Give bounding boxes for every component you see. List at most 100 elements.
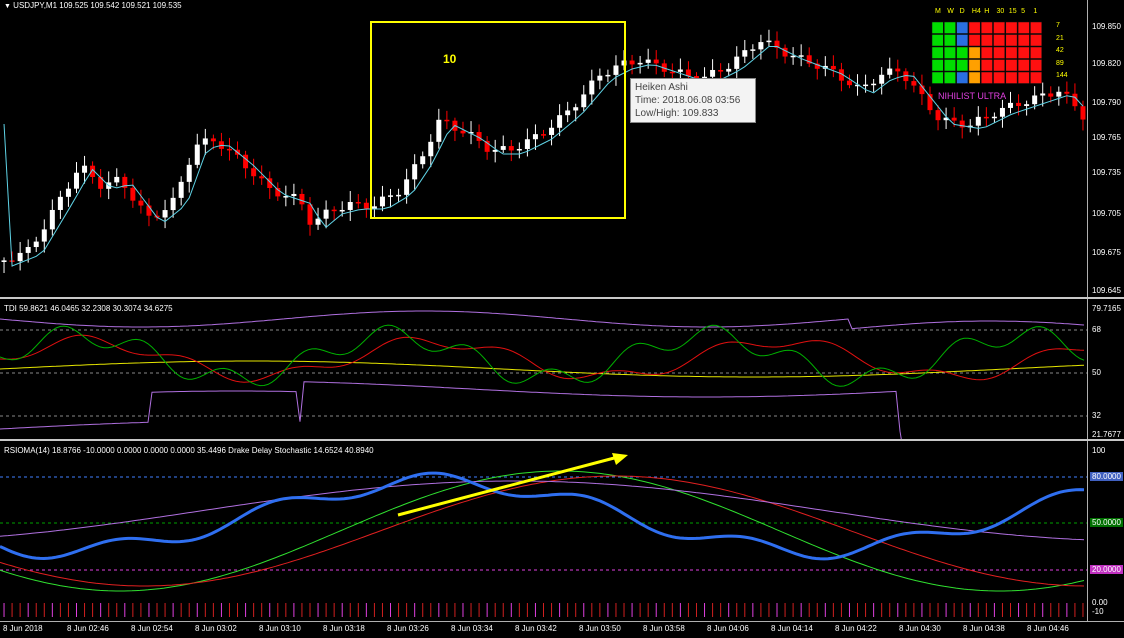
- time-axis-label: 8 Jun 2018: [3, 624, 43, 633]
- price-label: 109.820: [1092, 59, 1121, 68]
- rsioma-axis-label: 0.00: [1092, 598, 1108, 607]
- candle: [1, 260, 7, 262]
- symbol-quote: USDJPY,M1 109.525 109.542 109.521 109.53…: [13, 1, 182, 10]
- matrix-periods: 7 21 42 89 144: [930, 8, 1080, 104]
- time-axis-label: 8 Jun 03:42: [515, 624, 557, 633]
- candle: [863, 84, 869, 87]
- highlight-box: [370, 21, 626, 219]
- candle: [798, 55, 804, 57]
- candle: [871, 83, 877, 86]
- candle: [307, 204, 313, 225]
- tdi-label: 50: [1092, 368, 1101, 377]
- tdi-label: 21.7677: [1092, 430, 1121, 439]
- tdi-lower-band: [0, 381, 902, 439]
- candle: [677, 69, 683, 72]
- time-axis-label: 8 Jun 02:54: [131, 624, 173, 633]
- candle: [114, 176, 120, 183]
- rsioma-axis[interactable]: 100 80.0000 50.0000 20.0000 0.00 -10: [1087, 441, 1124, 621]
- candle: [653, 59, 659, 64]
- tdi-label: 68: [1092, 325, 1101, 334]
- candle: [637, 62, 643, 65]
- candle: [991, 116, 997, 119]
- candle: [983, 116, 989, 119]
- candle: [49, 209, 55, 230]
- matrix-period-label: 21: [1056, 34, 1064, 42]
- price-label: 109.675: [1092, 248, 1121, 257]
- candle: [130, 187, 136, 201]
- price-label: 109.645: [1092, 286, 1121, 295]
- price-label: 109.790: [1092, 98, 1121, 107]
- price-chart-pane[interactable]: ▼ USDJPY,M1 109.525 109.542 109.521 109.…: [0, 0, 1087, 297]
- time-axis-label: 8 Jun 03:26: [387, 624, 429, 633]
- candle: [1024, 104, 1030, 106]
- time-axis-label: 8 Jun 03:58: [643, 624, 685, 633]
- candle: [355, 202, 361, 204]
- candle: [186, 164, 192, 182]
- candle: [251, 168, 257, 177]
- price-label: 109.765: [1092, 133, 1121, 142]
- candle: [162, 210, 168, 218]
- time-axis-label: 8 Jun 03:50: [579, 624, 621, 633]
- tdi-pane[interactable]: TDI 59.8621 46.0465 32.2308 30.3074 34.6…: [0, 299, 1087, 439]
- candle: [65, 188, 71, 197]
- rsioma-chart: [0, 453, 1087, 617]
- candle: [999, 107, 1005, 117]
- time-axis-label: 8 Jun 03:18: [323, 624, 365, 633]
- candle: [742, 50, 748, 57]
- candle: [734, 56, 740, 69]
- candle: [299, 193, 305, 205]
- time-axis-label: 8 Jun 04:06: [707, 624, 749, 633]
- candle: [170, 197, 176, 211]
- candle: [41, 229, 47, 242]
- tooltip-lowhigh: Low/High: 109.833: [635, 108, 719, 119]
- matrix-period-label: 89: [1056, 59, 1064, 67]
- candle: [202, 138, 208, 145]
- rsioma-axis-label: 50.0000: [1090, 518, 1123, 527]
- time-axis-label: 8 Jun 03:34: [451, 624, 493, 633]
- candle: [911, 81, 917, 86]
- time-axis-label: 8 Jun 04:38: [963, 624, 1005, 633]
- candle: [629, 60, 635, 65]
- candle: [25, 247, 31, 253]
- price-axis[interactable]: 109.850 109.820 109.790 109.765 109.735 109.7…: [1087, 0, 1124, 297]
- tdi-axis[interactable]: 79.7165 68 50 32 21.7677: [1087, 299, 1124, 439]
- price-label: 109.735: [1092, 168, 1121, 177]
- matrix-period-label: 144: [1056, 72, 1068, 79]
- candle: [975, 116, 981, 126]
- time-axis[interactable]: 8 Jun 2018 8 Jun 02:46 8 Jun 02:54 8 Jun 03…: [0, 621, 1124, 638]
- candle: [291, 193, 297, 197]
- tooltip-time: Time: 2018.06.08 03:56: [635, 95, 741, 106]
- candle: [57, 196, 63, 210]
- time-axis-label: 8 Jun 04:30: [899, 624, 941, 633]
- candle: [17, 252, 23, 262]
- candle: [323, 209, 329, 219]
- candle: [766, 40, 772, 43]
- candle: [887, 68, 893, 75]
- candle: [750, 49, 756, 51]
- rsioma-header: RSIOMA(14) 18.8766 -10.0000 0.0000 0.000…: [4, 446, 374, 455]
- collapse-triangle-icon[interactable]: ▼: [4, 3, 11, 10]
- rsioma-axis-label: -10: [1092, 607, 1104, 616]
- candle: [138, 200, 144, 206]
- rsioma-pane[interactable]: RSIOMA(14) 18.8766 -10.0000 0.0000 0.000…: [0, 441, 1087, 621]
- candle: [347, 202, 353, 210]
- candle: [243, 154, 249, 169]
- candle: [210, 138, 216, 142]
- candle: [669, 71, 675, 74]
- tdi-upper-band: [0, 310, 1085, 330]
- rsioma-axis-label: 80.0000: [1090, 472, 1123, 481]
- matrix-period-label: 42: [1056, 47, 1064, 54]
- candle: [645, 59, 651, 63]
- candle: [33, 241, 39, 248]
- price-label: 109.705: [1092, 209, 1121, 218]
- trend-arrow: [397, 455, 619, 517]
- candle: [226, 148, 232, 151]
- candle: [718, 69, 724, 72]
- candle: [830, 65, 836, 70]
- candle: [726, 68, 732, 72]
- candle: [758, 42, 764, 50]
- candle: [363, 202, 369, 209]
- candle: [178, 181, 184, 198]
- trend-arrow-head: [612, 453, 628, 465]
- candle: [879, 74, 885, 84]
